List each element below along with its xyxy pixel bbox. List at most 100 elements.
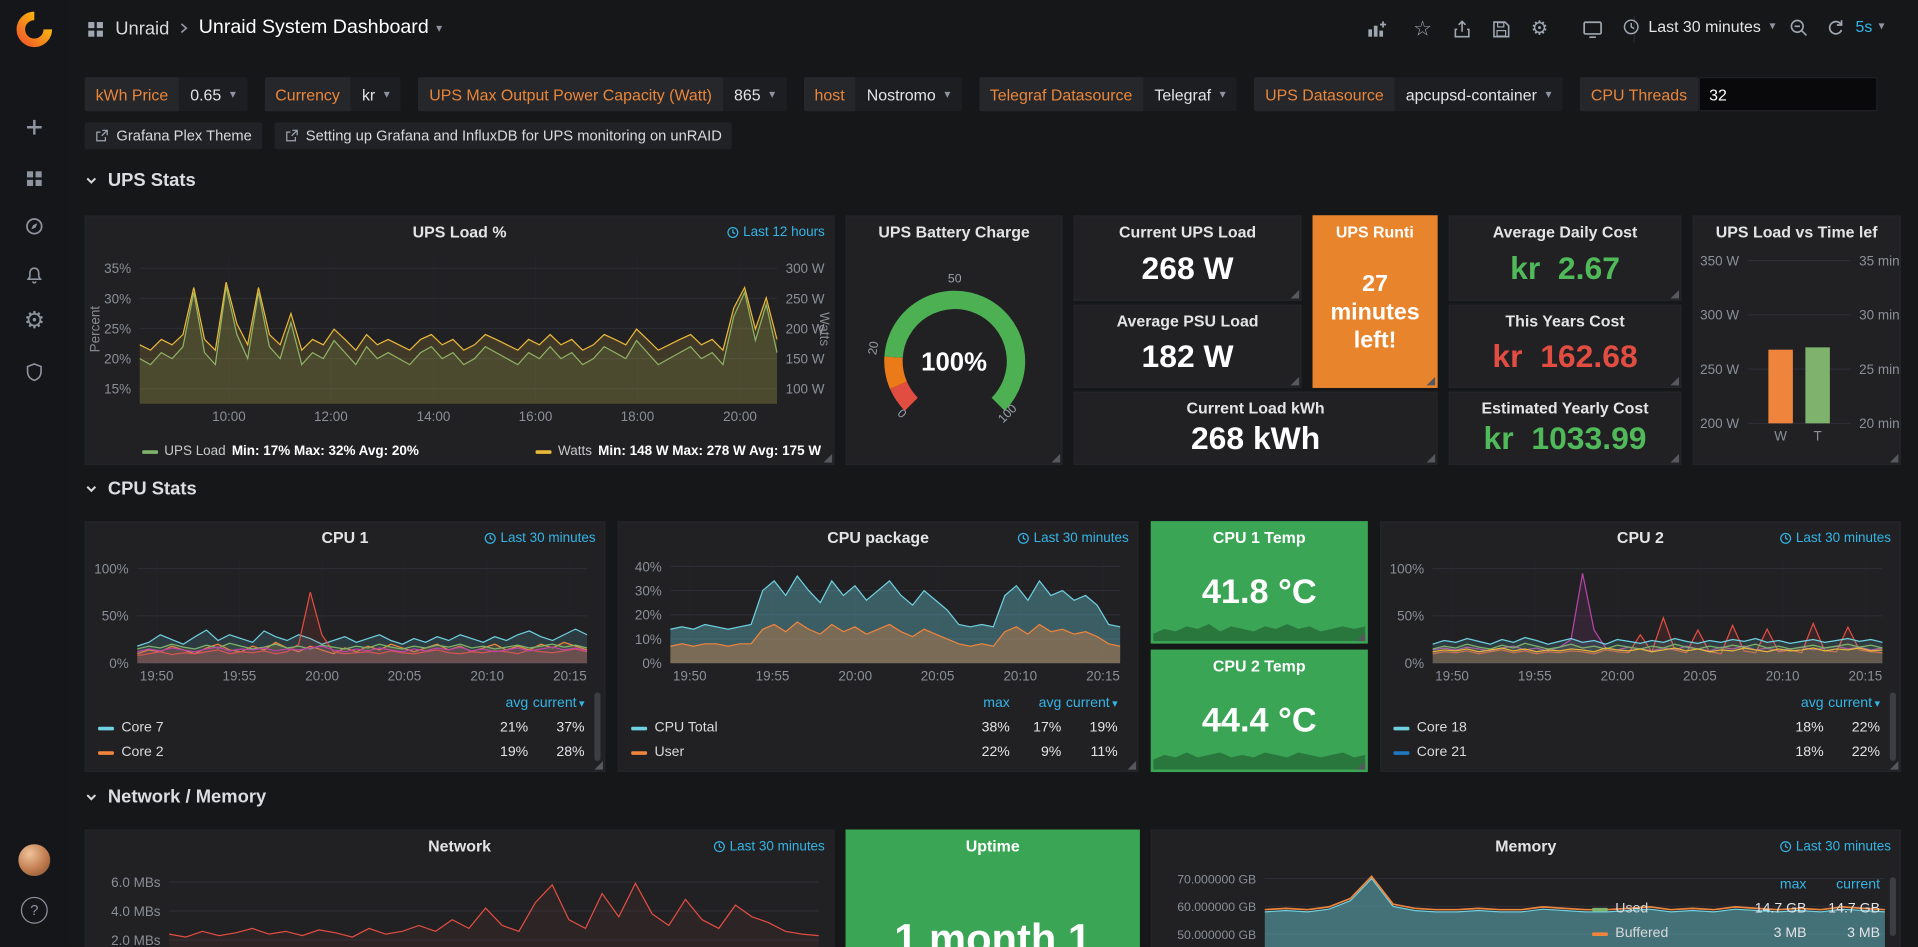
panel-title[interactable]: UPS Runtime <box>1336 223 1414 241</box>
help-icon[interactable]: ? <box>0 897 69 924</box>
legend-header[interactable]: avg <box>1010 696 1061 711</box>
section-ups-stats[interactable]: UPS Stats <box>85 170 196 191</box>
panel-resize-handle[interactable] <box>1291 377 1300 386</box>
panel-resize-handle[interactable] <box>1890 454 1899 463</box>
legend-value: 17% <box>1010 721 1061 736</box>
variable-telegraf-datasource[interactable]: Telegraf Datasource Telegraf▾ <box>979 77 1237 111</box>
panel-title[interactable]: Uptime <box>869 837 1117 855</box>
panel-resize-handle[interactable] <box>1670 377 1679 386</box>
zoom-out-icon[interactable] <box>1789 18 1809 38</box>
legend-header[interactable]: current▾ <box>1061 696 1117 711</box>
panel-title[interactable]: Current UPS Load <box>1097 223 1278 241</box>
explore-compass-icon[interactable] <box>0 217 69 237</box>
panel-resize-handle[interactable] <box>1052 454 1061 463</box>
legend-item-ups-load[interactable]: UPS Load Min: 17% Max: 32% Avg: 20% <box>142 444 419 459</box>
panel-resize-handle[interactable] <box>824 454 833 463</box>
legend-header[interactable]: avg <box>472 696 528 711</box>
panel-title[interactable]: Network <box>108 837 811 855</box>
panel-title[interactable]: CPU 2 Temp <box>1174 657 1344 675</box>
legend-swatch <box>1592 932 1608 936</box>
panel-resize-handle[interactable] <box>1670 290 1679 299</box>
legend-series[interactable]: CPU Total <box>631 721 958 736</box>
refresh-icon[interactable] <box>1826 18 1846 38</box>
configuration-gear-icon[interactable]: ⚙ <box>0 312 69 332</box>
variable-ups-max-power[interactable]: UPS Max Output Power Capacity (Watt) 865… <box>418 77 786 111</box>
legend-header[interactable]: max <box>1733 877 1807 892</box>
legend-series-name[interactable]: Watts <box>558 444 592 459</box>
svg-text:20:15: 20:15 <box>1849 668 1883 683</box>
panel-title[interactable]: Current Load kWh <box>1097 399 1414 417</box>
svg-text:250 W: 250 W <box>786 291 825 306</box>
panel-title[interactable]: Memory <box>1174 837 1877 855</box>
panel-title[interactable]: UPS Load % <box>108 223 811 241</box>
legend-series[interactable]: Core 2 <box>98 745 472 760</box>
panel-memory: Memory Last 30 minutes 50.000000 GB60.00… <box>1151 830 1901 947</box>
legend-header[interactable]: current▾ <box>1824 696 1880 711</box>
panel-title[interactable]: Average PSU Load <box>1097 312 1278 330</box>
server-admin-shield-icon[interactable] <box>0 362 69 382</box>
panel-resize-handle[interactable] <box>1291 290 1300 299</box>
legend-header[interactable]: current▾ <box>528 696 584 711</box>
panel-resize-handle[interactable] <box>1427 377 1436 386</box>
panel-estimated-yearly-cost: Estimated Yearly Cost kr 1033.99 <box>1449 392 1682 465</box>
save-icon[interactable] <box>1492 20 1512 40</box>
section-network-memory[interactable]: Network / Memory <box>85 787 267 808</box>
panel-title[interactable]: CPU 1 Temp <box>1174 529 1344 547</box>
grafana-logo-icon[interactable] <box>0 11 69 48</box>
variable-kwh-price[interactable]: kWh Price 0.65▾ <box>85 77 247 111</box>
variable-host[interactable]: host Nostromo▾ <box>804 77 962 111</box>
apps-grid-icon[interactable] <box>86 20 106 40</box>
legend-series[interactable]: Used <box>1592 902 1733 917</box>
refresh-interval-dropdown[interactable]: 5s ▾ <box>1855 17 1884 35</box>
user-avatar[interactable] <box>0 844 69 876</box>
panel-title[interactable]: Estimated Yearly Cost <box>1472 399 1658 417</box>
panel-resize-handle[interactable] <box>1427 454 1436 463</box>
share-icon[interactable] <box>1452 20 1472 40</box>
dashboard-link-plex-theme[interactable]: Grafana Plex Theme <box>85 122 262 149</box>
legend-stats: Min: 17% Max: 32% Avg: 20% <box>232 444 419 459</box>
add-panel-icon[interactable] <box>1366 20 1387 40</box>
legend-series[interactable]: Core 18 <box>1393 721 1767 736</box>
panel-title[interactable]: UPS Battery Charge <box>869 223 1039 241</box>
panel-ups-load-vs-time-left: UPS Load vs Time left 200 W20 min250 W25… <box>1692 215 1900 465</box>
add-icon[interactable] <box>0 117 69 137</box>
legend-series[interactable]: Core 7 <box>98 721 472 736</box>
chevron-down-icon[interactable]: ▾ <box>436 21 442 34</box>
section-cpu-stats[interactable]: CPU Stats <box>85 478 197 499</box>
cpu-threads-input[interactable] <box>1698 77 1877 111</box>
variable-currency[interactable]: Currency kr▾ <box>264 77 401 111</box>
legend-scrollbar[interactable] <box>1890 877 1896 936</box>
legend-row: Buffered 3 MB 3 MB <box>1592 921 1880 945</box>
breadcrumb-app[interactable]: Unraid <box>115 18 169 39</box>
section-label: Network / Memory <box>108 787 266 808</box>
panel-resize-handle[interactable] <box>1357 761 1366 770</box>
legend-header[interactable]: max <box>958 696 1009 711</box>
dashboard-title[interactable]: Unraid System Dashboard <box>199 17 429 39</box>
variable-ups-datasource[interactable]: UPS Datasource apcupsd-container▾ <box>1254 77 1563 111</box>
legend-header[interactable]: current <box>1806 877 1880 892</box>
tv-cycle-icon[interactable] <box>1582 18 1603 39</box>
panel-title[interactable]: UPS Load vs Time left <box>1716 223 1878 241</box>
dashboard-link-ups-guide[interactable]: Setting up Grafana and InfluxDB for UPS … <box>274 122 732 149</box>
legend-series-name[interactable]: UPS Load <box>164 444 225 459</box>
panel-resize-handle[interactable] <box>1670 454 1679 463</box>
legend-series[interactable]: Core 21 <box>1393 745 1767 760</box>
svg-text:50: 50 <box>948 272 962 286</box>
legend-item-watts[interactable]: Watts Min: 148 W Max: 278 W Avg: 175 W <box>536 444 821 459</box>
panel-resize-handle[interactable] <box>1357 633 1366 642</box>
time-range-picker[interactable]: Last 30 minutes ▾ <box>1623 17 1776 35</box>
legend-scrollbar[interactable] <box>1890 693 1896 762</box>
star-icon[interactable]: ☆ <box>1413 17 1432 41</box>
legend-scrollbar[interactable] <box>594 693 600 762</box>
legend-series[interactable]: Buffered <box>1592 926 1733 941</box>
legend-series[interactable]: User <box>631 745 958 760</box>
panel-resize-handle[interactable] <box>1128 761 1137 770</box>
alerting-bell-icon[interactable] <box>0 266 69 286</box>
legend-header[interactable]: avg <box>1767 696 1823 711</box>
panel-resize-handle[interactable] <box>594 761 603 770</box>
dashboards-icon[interactable] <box>0 169 69 189</box>
panel-resize-handle[interactable] <box>1890 761 1899 770</box>
settings-gear-icon[interactable]: ⚙ <box>1531 16 1549 40</box>
panel-title[interactable]: Average Daily Cost <box>1472 223 1658 241</box>
panel-title[interactable]: This Years Cost <box>1472 312 1658 330</box>
